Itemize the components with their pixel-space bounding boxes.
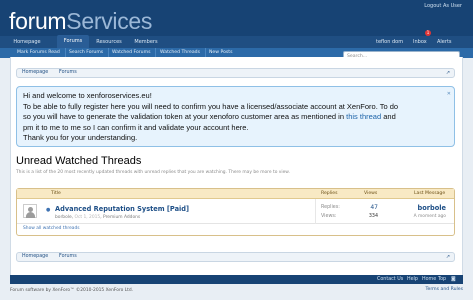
breadcrumb-forums[interactable]: Forums [59,69,77,77]
table-header: Title Replies Views Last Message [17,189,454,199]
dismiss-notice-icon[interactable]: ✕ [447,89,451,100]
notice-box: Hi and welcome to xenforoservices.eu! To… [16,86,455,147]
logo-suffix: Services [66,8,153,34]
inbox-count-badge: 1 [425,30,431,36]
breadcrumb-homepage[interactable]: Homepage [22,253,48,261]
account-username[interactable]: teflon dom [376,36,403,48]
breadcrumb-bottom: Homepage Forums ↗ [16,252,455,262]
col-title[interactable]: Title [51,189,61,199]
table-row[interactable]: ● Advanced Reputation System [Paid] borb… [17,199,454,224]
main-nav: Homepage Forums Resources Members teflon… [0,35,473,48]
logout-link[interactable]: Logout As User [424,3,462,9]
thread-prefix[interactable]: Premium Addons [103,215,140,220]
last-poster[interactable]: borbole [418,204,446,212]
footer-top[interactable]: Top [438,275,446,284]
footer-contact-us[interactable]: Contact Us [377,275,403,284]
copyright-text: Forum software by XenForo™ ©2010-2015 Xe… [10,288,134,293]
page-title: Unread Watched Threads [16,155,142,167]
column-divider [315,199,316,224]
footer-home[interactable]: Home [422,275,436,284]
col-replies[interactable]: Replies [321,189,338,199]
threads-table: Title Replies Views Last Message ● Advan… [16,188,455,236]
jump-icon[interactable]: ↗ [445,70,451,76]
replies-label: Replies: [321,205,340,210]
replies-count: 47 [370,204,378,211]
thread-meta: borbole, Oct 1, 2015, Premium Addons [55,215,141,220]
col-last-message[interactable]: Last Message [414,189,445,199]
views-count: 334 [368,214,378,219]
footer-bar: Contact Us Help Home Top ◙ [10,275,463,284]
tab-resources[interactable]: Resources [93,36,125,48]
notice-line-3-end: and [381,112,396,121]
jump-icon[interactable]: ↗ [445,254,451,260]
tab-homepage[interactable]: Homepage [12,36,42,48]
notice-thread-link[interactable]: this thread [346,112,381,121]
thread-author[interactable]: borbole [55,215,72,220]
avatar[interactable] [23,204,37,218]
breadcrumb-forums[interactable]: Forums [59,253,77,261]
site-logo[interactable]: forumServices [9,8,152,34]
logo-prefix: forum [9,8,67,34]
col-views[interactable]: Views [364,189,377,199]
notice-line-4: pm it to me to me so I can confirm it an… [23,122,249,132]
tab-forums[interactable]: Forums [57,35,89,48]
thread-date: Oct 1, 2015 [74,215,101,220]
breadcrumb: Homepage Forums ↗ [16,68,455,78]
notice-line-5: Thank you for your understanding. [23,133,138,142]
page-description: This is a list of the 20 most recently u… [16,170,290,175]
breadcrumb-homepage[interactable]: Homepage [22,69,48,77]
footer-help[interactable]: Help [407,275,418,284]
notice-line-3: so you will have to generate the validat… [23,112,448,123]
unread-bullet-icon: ● [46,207,51,213]
tab-members[interactable]: Members [131,36,161,48]
rss-icon[interactable]: ◙ [451,275,456,284]
show-all-link[interactable]: Show all watched threads [23,226,80,231]
notice-line-2: To be able to fully register here you wi… [23,101,399,111]
alerts-link[interactable]: Alerts [437,36,452,48]
thread-title[interactable]: Advanced Reputation System [Paid] [55,205,189,213]
terms-link[interactable]: Terms and Rules [426,287,463,292]
notice-line-1: Hi and welcome to xenforoservices.eu! [23,91,152,100]
views-label: Views: [321,214,337,219]
last-post-date[interactable]: A moment ago [414,214,446,219]
notice-line-3-text: so you will have to generate the validat… [23,112,347,121]
inbox-link[interactable]: Inbox [413,36,427,48]
